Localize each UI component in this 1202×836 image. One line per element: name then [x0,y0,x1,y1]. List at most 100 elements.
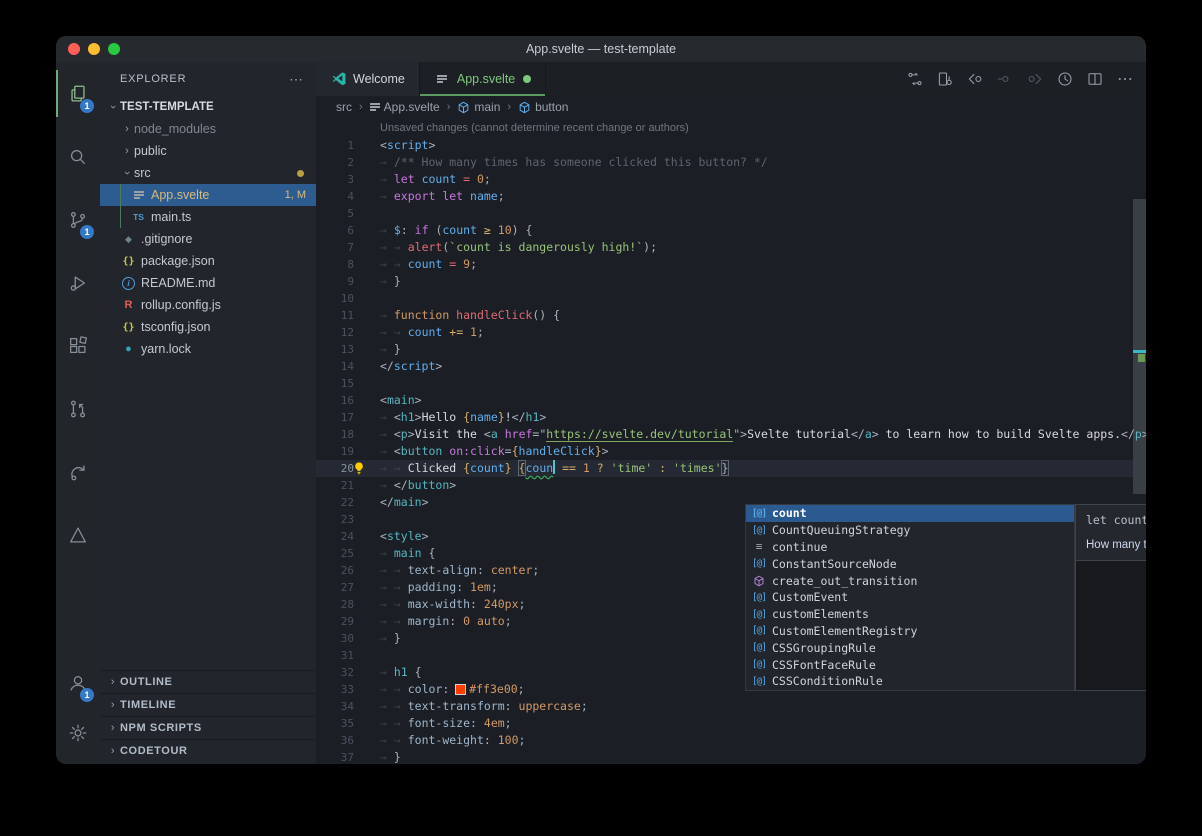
scrollbar-thumb[interactable] [1133,199,1146,494]
tree-item-public[interactable]: ›public [100,140,316,162]
suggest-item-create_out_transition[interactable]: create_out_transition [746,572,1074,589]
tree-item-package-json[interactable]: {}package.json [100,250,316,272]
code-line-8[interactable]: 8→ → count = 9; [316,256,1133,273]
code-line-9[interactable]: 9→ } [316,273,1133,290]
activity-item-settings[interactable] [56,708,100,758]
code-token: () { [532,308,560,322]
breadcrumb-item-app-svelte[interactable]: App.svelte [370,100,440,114]
breadcrumb-label: main [474,100,500,114]
tab-app-svelte[interactable]: App.svelte [420,62,546,96]
suggest-item-customelementregistry[interactable]: [@]CustomElementRegistry [746,623,1074,640]
suggest-item-customelements[interactable]: [@]customElements [746,606,1074,623]
code-token: > [539,410,546,424]
git-status-badge: 1, M [285,189,306,201]
line-number: 32 [316,664,380,681]
suggest-item-count[interactable]: [@]count [746,505,1074,522]
breadcrumb-item-src[interactable]: src [336,100,352,114]
tree-item--gitignore[interactable]: ◆.gitignore [100,228,316,250]
code-line-19[interactable]: 19→ <button on:click={handleClick}> [316,443,1133,460]
toolbar-split-editor[interactable] [1080,65,1110,93]
suggest-item-customevent[interactable]: [@]CustomEvent [746,589,1074,606]
code-line-18[interactable]: 18→ <p>Visit the <a href="https://svelte… [316,426,1133,443]
activity-item-github-pr[interactable] [56,377,100,440]
activity-item-source-control[interactable]: 1 [56,188,100,251]
toolbar-more-actions[interactable] [1110,65,1140,93]
rollup-icon: R [120,299,137,311]
code-line-16[interactable]: 16<main> [316,392,1133,409]
suggest-item-constantsourcenode[interactable]: [@]ConstantSourceNode [746,555,1074,572]
code-line-10[interactable]: 10 [316,290,1133,307]
line-number: 33 [316,681,380,698]
code-line-17[interactable]: 17→ <h1>Hello {name}!</h1> [316,409,1133,426]
line-number: 7 [316,239,380,256]
tab-welcome[interactable]: Welcome [316,62,420,96]
activity-item-explorer[interactable]: 1 [56,62,100,125]
code-line-3[interactable]: 3→ let count = 0; [316,171,1133,188]
code-line-34[interactable]: 34→ → text-transform: uppercase; [316,698,1133,715]
circle-dash-icon [996,70,1014,88]
breadcrumb-item-button[interactable]: button [518,100,568,114]
modified-dot-icon[interactable] [523,75,531,83]
suggest-item-cssgroupingrule[interactable]: [@]CSSGroupingRule [746,639,1074,656]
code-line-15[interactable]: 15 [316,375,1133,392]
suggest-item-continue[interactable]: ≡continue [746,539,1074,556]
tree-item-app-svelte[interactable]: App.svelte1, M [100,184,316,206]
tree-item-main-ts[interactable]: TSmain.ts [100,206,316,228]
code-line-12[interactable]: 12→ → count += 1; [316,324,1133,341]
sidebar-section-outline[interactable]: ›OUTLINE [100,670,316,693]
code-token: = [505,444,512,458]
activity-item-azure[interactable] [56,503,100,566]
toolbar-navigate-back[interactable] [960,65,990,93]
toolbar-open-changes[interactable] [930,65,960,93]
explorer-sidebar: EXPLORER ⋯ › TEST-TEMPLATE ›node_modules… [100,62,317,764]
activity-item-extensions[interactable] [56,314,100,377]
tree-item-readme-md[interactable]: iREADME.md [100,272,316,294]
suggest-item-countqueuingstrategy[interactable]: [@]CountQueuingStrategy [746,522,1074,539]
code-line-37[interactable]: 37→ } [316,749,1133,764]
tree-item-src[interactable]: ›src [100,162,316,184]
code-line-21[interactable]: 21→ </button> [316,477,1133,494]
line-number: 10 [316,290,380,307]
sidebar-section-timeline[interactable]: ›TIMELINE [100,693,316,716]
toolbar-navigate-forward[interactable] [1020,65,1050,93]
code-token: 1em [470,580,491,594]
code-line-36[interactable]: 36→ → font-weight: 100; [316,732,1133,749]
suggest-item-cssconditionrule[interactable]: [@]CSSConditionRule [746,673,1074,690]
code-line-14[interactable]: 14</script> [316,358,1133,375]
vscode-logo-icon [330,71,347,87]
line-number: 34 [316,698,380,715]
sidebar-sections: ›OUTLINE›TIMELINE›NPM SCRIPTS›CODETOUR [100,670,316,762]
color-swatch[interactable] [456,685,465,694]
code-line-20[interactable]: 20→ → Clicked {count} {coun == 1 ? 'time… [316,460,1133,477]
tree-item-rollup-config-js[interactable]: Rrollup.config.js [100,294,316,316]
lightbulb-icon[interactable] [352,461,366,475]
code-line-4[interactable]: 4→ export let name; [316,188,1133,205]
tree-item-tsconfig-json[interactable]: {}tsconfig.json [100,316,316,338]
code-line-13[interactable]: 13→ } [316,341,1133,358]
code-token: h1 [401,410,415,424]
code-line-11[interactable]: 11→ function handleClick() { [316,307,1133,324]
activity-item-live-share[interactable] [56,440,100,503]
code-token: 0 [477,172,484,186]
code-line-2[interactable]: 2→ /** How many times has someone clicke… [316,154,1133,171]
breadcrumb-item-main[interactable]: main [457,100,500,114]
code-line-7[interactable]: 7→ → alert(`count is dangerously high!`)… [316,239,1133,256]
toolbar-file-history[interactable] [1050,65,1080,93]
tree-item-node-modules[interactable]: ›node_modules [100,118,316,140]
toolbar-navigate-current[interactable] [990,65,1020,93]
activity-item-run-debug[interactable] [56,251,100,314]
toolbar-gitlens-compare[interactable] [900,65,930,93]
suggest-item-cssfontfacerule[interactable]: [@]CSSFontFaceRule [746,656,1074,673]
more-actions-icon[interactable]: ⋯ [289,71,304,88]
tree-item-yarn-lock[interactable]: ●yarn.lock [100,338,316,360]
tree-root[interactable]: › TEST-TEMPLATE [100,96,316,118]
sidebar-section-codetour[interactable]: ›CODETOUR [100,739,316,762]
code-line-6[interactable]: 6→ $: if (count ≥ 10) { [316,222,1133,239]
code-line-35[interactable]: 35→ → font-size: 4em; [316,715,1133,732]
activity-item-search[interactable] [56,125,100,188]
suggest-label: CustomElementRegistry [772,624,917,638]
sidebar-section-npm-scripts[interactable]: ›NPM SCRIPTS [100,716,316,739]
activity-item-account[interactable]: 1 [56,658,100,708]
code-line-5[interactable]: 5 [316,205,1133,222]
code-line-1[interactable]: 1<script> [316,137,1133,154]
